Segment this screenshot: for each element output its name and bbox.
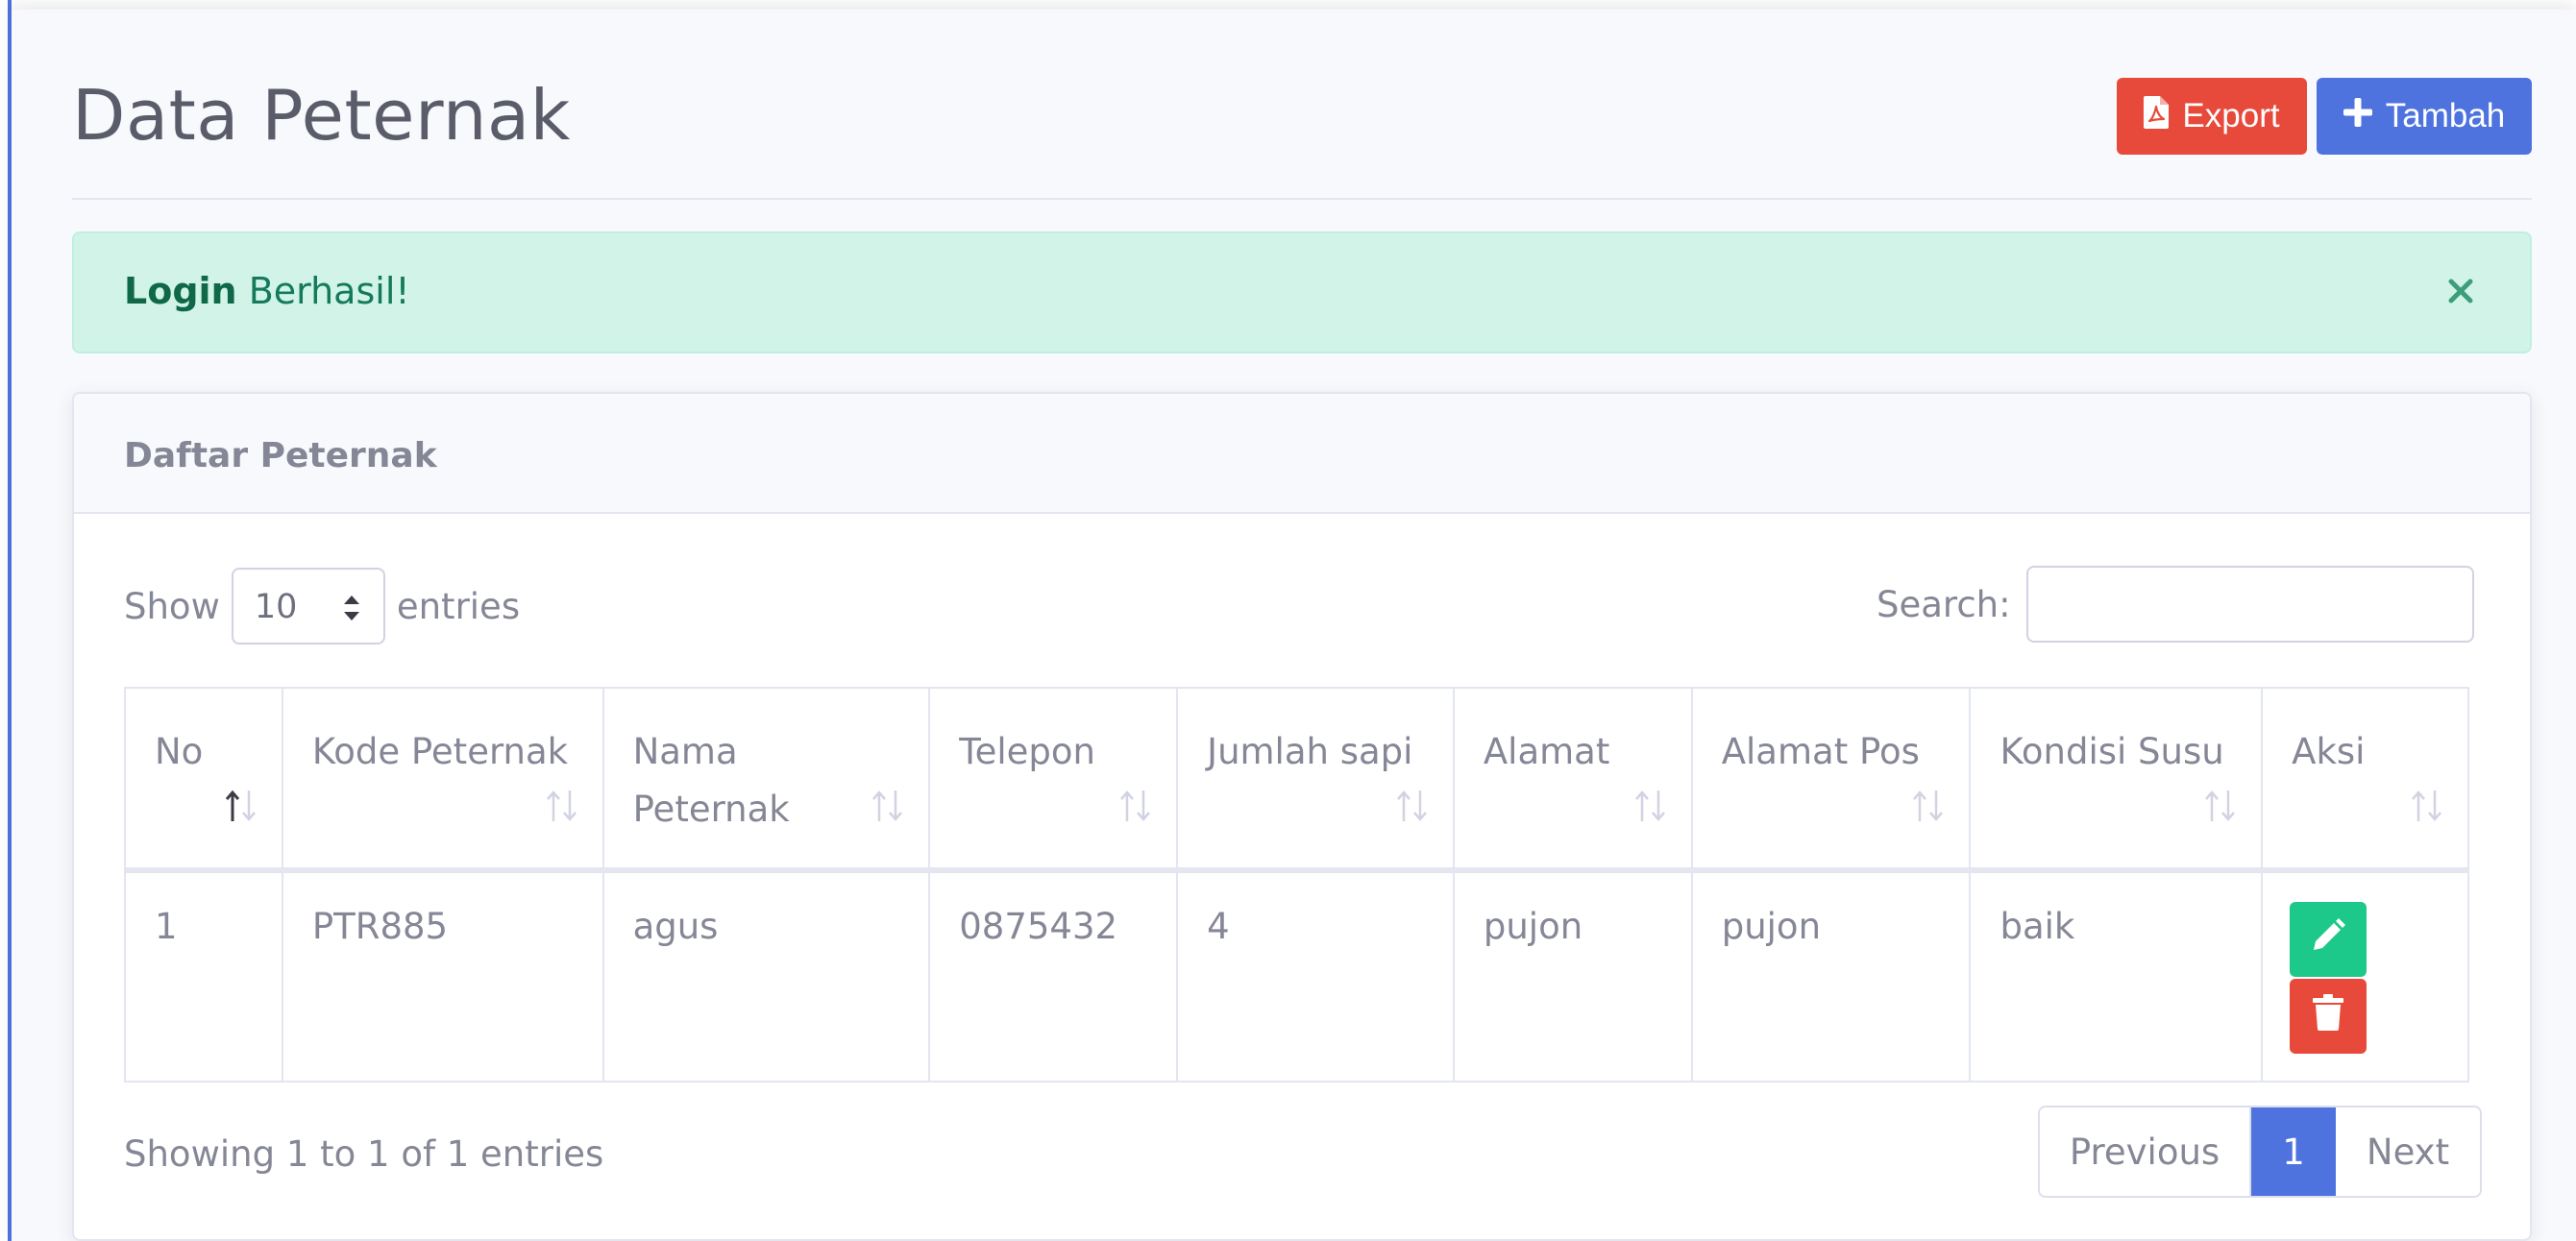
page-length-control: Show 10 entries <box>124 568 520 645</box>
cell-jumlah: 4 <box>1176 869 1455 1083</box>
alert-strong: Login <box>124 270 237 312</box>
card-title: Daftar Peternak <box>124 436 437 475</box>
peternak-card: Daftar Peternak Show 10 entries Search: <box>72 392 2532 1241</box>
sort-icon <box>1909 783 1948 821</box>
sort-icon <box>869 783 907 821</box>
cell-kondisi: baik <box>1969 869 2264 1083</box>
plus-icon <box>2343 97 2372 135</box>
sort-icon <box>2201 783 2240 821</box>
show-label: Show <box>124 585 220 627</box>
previous-page-button[interactable]: Previous <box>2040 1107 2251 1196</box>
column-header-aksi[interactable]: Aksi <box>2261 687 2469 873</box>
cell-telepon: 0875432 <box>928 869 1179 1083</box>
table-row: 1 PTR885 agus 0875432 4 pujon pujon baik <box>124 869 2469 1083</box>
next-page-button[interactable]: Next <box>2336 1107 2480 1196</box>
column-header-alamat[interactable]: Alamat <box>1452 687 1693 873</box>
sort-icon <box>2408 783 2446 821</box>
cell-alamat-pos: pujon <box>1690 869 1972 1083</box>
page-length-value: 10 <box>254 588 298 626</box>
column-header-telepon[interactable]: Telepon <box>928 687 1179 873</box>
card-header: Daftar Peternak <box>74 394 2530 514</box>
alert-message: Login Berhasil! <box>124 270 410 312</box>
page-1-button[interactable]: 1 <box>2251 1107 2336 1196</box>
cell-alamat: pujon <box>1452 869 1693 1083</box>
cell-nama: agus <box>601 869 931 1083</box>
table-header-row: No Kode Peternak Nama Peternak Telepon J… <box>124 687 2469 873</box>
column-header-alamat-pos[interactable]: Alamat Pos <box>1690 687 1972 873</box>
file-pdf-icon <box>2144 95 2170 137</box>
tambah-button[interactable]: Tambah <box>2317 78 2532 155</box>
sort-icon <box>543 783 581 821</box>
pagination: Previous 1 Next <box>2038 1106 2482 1198</box>
column-header-kondisi[interactable]: Kondisi Susu <box>1969 687 2264 873</box>
sort-icon <box>1631 783 1670 821</box>
export-label: Export <box>2182 97 2280 134</box>
table-info: Showing 1 to 1 of 1 entries <box>124 1133 604 1175</box>
cell-no: 1 <box>124 869 283 1083</box>
sort-icon <box>1116 783 1155 821</box>
column-header-jumlah[interactable]: Jumlah sapi <box>1176 687 1455 873</box>
page-length-select[interactable]: 10 <box>231 568 385 645</box>
search-control: Search: <box>1877 566 2474 643</box>
tambah-label: Tambah <box>2385 97 2506 134</box>
alert-text: Berhasil! <box>236 270 410 312</box>
close-icon[interactable] <box>2441 272 2480 310</box>
success-alert: Login Berhasil! <box>72 231 2532 353</box>
delete-button[interactable] <box>2290 979 2367 1054</box>
page-header: Data Peternak Export Tambah <box>72 58 2532 200</box>
sort-asc-icon <box>222 783 260 821</box>
column-header-nama[interactable]: Nama Peternak <box>601 687 931 873</box>
export-button[interactable]: Export <box>2117 78 2307 155</box>
edit-button[interactable] <box>2290 902 2367 977</box>
column-header-no[interactable]: No <box>124 687 283 873</box>
select-arrows-icon <box>341 589 362 627</box>
pencil-icon <box>2310 917 2346 962</box>
page-title: Data Peternak <box>72 75 571 156</box>
cell-kode: PTR885 <box>281 869 604 1083</box>
peternak-table: No Kode Peternak Nama Peternak Telepon J… <box>124 687 2469 1083</box>
main-content: Data Peternak Export Tambah Login Berhas… <box>12 10 2576 1241</box>
search-input[interactable] <box>2025 566 2474 643</box>
entries-label: entries <box>396 585 521 627</box>
sort-icon <box>1393 783 1432 821</box>
cell-aksi <box>2261 869 2469 1083</box>
column-header-kode[interactable]: Kode Peternak <box>281 687 604 873</box>
search-label: Search: <box>1877 583 2011 625</box>
trash-icon <box>2313 993 2344 1039</box>
